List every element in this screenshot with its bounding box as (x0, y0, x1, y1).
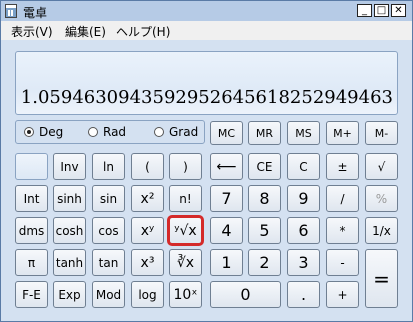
result-display: 1.0594630943592952645618252949463 (15, 51, 398, 115)
display-value: 1.0594630943592952645618252949463 (20, 87, 393, 108)
window-title: 電卓 (23, 6, 48, 20)
digit-2-button[interactable]: 2 (248, 249, 281, 276)
radio-deg[interactable]: Deg (24, 125, 63, 139)
backspace-button[interactable]: ⟵ (210, 153, 243, 180)
log-button[interactable]: log (131, 281, 164, 308)
digit-9-button[interactable]: 9 (287, 185, 320, 212)
tanh-button[interactable]: tanh (53, 249, 86, 276)
digit-4-button[interactable]: 4 (210, 217, 243, 244)
calculator-icon (5, 4, 17, 18)
x-squared-button[interactable]: x² (131, 185, 164, 212)
decimal-button[interactable]: . (287, 281, 320, 308)
maximize-button[interactable]: □ (374, 4, 389, 17)
sin-button[interactable]: sin (92, 185, 125, 212)
window-controls: _ □ ✕ (357, 4, 406, 17)
reciprocal-button[interactable]: 1/x (365, 217, 398, 244)
plus-button[interactable]: + (326, 281, 359, 308)
radio-rad-dot[interactable] (88, 127, 98, 137)
radio-rad-label: Rad (103, 125, 127, 139)
cosh-button[interactable]: cosh (53, 217, 86, 244)
sinh-button[interactable]: sinh (53, 185, 86, 212)
radio-grad-dot[interactable] (154, 127, 164, 137)
mod-button[interactable]: Mod (92, 281, 125, 308)
close-paren-button[interactable]: ) (169, 153, 202, 180)
minus-button[interactable]: - (326, 249, 359, 276)
multiply-button[interactable]: * (326, 217, 359, 244)
title-bar: 電卓 _ □ ✕ (1, 1, 412, 21)
digit-7-button[interactable]: 7 (210, 185, 243, 212)
fe-button[interactable]: F-E (15, 281, 48, 308)
ms-button[interactable]: MS (287, 121, 320, 145)
x-power-y-button[interactable]: xʸ (131, 217, 164, 244)
memory-indicator (15, 153, 48, 180)
factorial-button[interactable]: n! (169, 185, 202, 212)
cube-root-button[interactable]: ∛x (169, 249, 202, 276)
exp-button[interactable]: Exp (53, 281, 86, 308)
int-button[interactable]: Int (15, 185, 48, 212)
sqrt-button[interactable]: √ (365, 153, 398, 180)
ce-button[interactable]: CE (248, 153, 281, 180)
digit-6-button[interactable]: 6 (287, 217, 320, 244)
digit-5-button[interactable]: 5 (248, 217, 281, 244)
m-minus-button[interactable]: M- (365, 121, 398, 145)
pi-button[interactable]: π (15, 249, 48, 276)
equals-button[interactable]: = (365, 249, 398, 308)
digit-0-button[interactable]: 0 (210, 281, 281, 308)
radio-deg-dot[interactable] (24, 127, 34, 137)
close-button[interactable]: ✕ (391, 4, 406, 17)
digit-8-button[interactable]: 8 (248, 185, 281, 212)
plus-minus-button[interactable]: ± (326, 153, 359, 180)
menu-help[interactable]: ヘルプ(H) (116, 23, 170, 40)
radio-deg-label: Deg (39, 125, 64, 139)
angle-mode-group: Deg Rad Grad (15, 120, 205, 144)
menu-view[interactable]: 表示(V) (11, 23, 53, 40)
ten-power-x-button[interactable]: 10ˣ (169, 281, 202, 308)
mr-button[interactable]: MR (248, 121, 281, 145)
ln-button[interactable]: ln (92, 153, 125, 180)
m-plus-button[interactable]: M+ (326, 121, 359, 145)
open-paren-button[interactable]: ( (131, 153, 164, 180)
radio-grad[interactable]: Grad (154, 125, 198, 139)
digit-1-button[interactable]: 1 (210, 249, 243, 276)
minimize-button[interactable]: _ (357, 4, 372, 17)
mc-button[interactable]: MC (210, 121, 243, 145)
menu-edit[interactable]: 編集(E) (65, 23, 106, 40)
divide-button[interactable]: / (326, 185, 359, 212)
radio-rad[interactable]: Rad (88, 125, 126, 139)
dms-button[interactable]: dms (15, 217, 48, 244)
tan-button[interactable]: tan (92, 249, 125, 276)
percent-button[interactable]: % (365, 185, 398, 212)
digit-3-button[interactable]: 3 (287, 249, 320, 276)
x-cubed-button[interactable]: x³ (131, 249, 164, 276)
inv-button[interactable]: Inv (53, 153, 86, 180)
calculator-window: 電卓 _ □ ✕ 表示(V) 編集(E) ヘルプ(H) 1.0594630943… (0, 0, 413, 322)
y-root-x-button[interactable]: ʸ√x (167, 215, 204, 246)
radio-grad-label: Grad (169, 125, 199, 139)
clear-button[interactable]: C (287, 153, 320, 180)
menu-bar: 表示(V) 編集(E) ヘルプ(H) (1, 21, 412, 40)
cos-button[interactable]: cos (92, 217, 125, 244)
